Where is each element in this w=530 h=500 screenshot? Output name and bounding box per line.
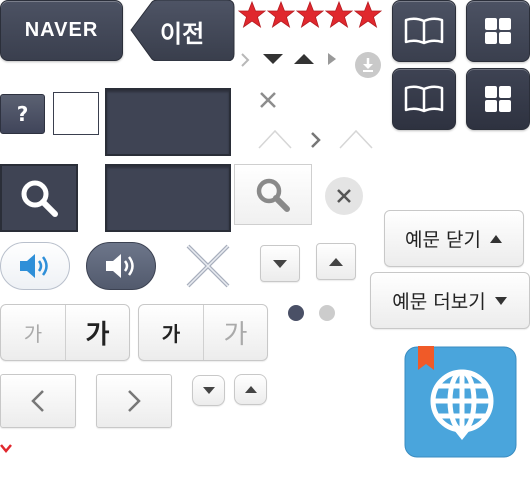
book-button[interactable] — [392, 0, 456, 62]
triangle-up-icon — [489, 234, 502, 243]
scroll-down-button[interactable] — [260, 245, 300, 282]
mini-up-button[interactable] — [234, 374, 267, 405]
star-icon — [266, 1, 296, 28]
grid-icon — [485, 86, 511, 112]
globe-icon — [430, 369, 494, 433]
page-dot[interactable] — [319, 305, 335, 321]
prev-page-button[interactable] — [0, 374, 76, 428]
triangle-down-icon — [273, 259, 287, 268]
scroll-up-button[interactable] — [316, 243, 356, 280]
close-large-icon[interactable] — [185, 243, 231, 289]
dictionary-app-icon[interactable] — [404, 346, 517, 458]
naver-logo-button[interactable]: NAVER — [0, 0, 123, 61]
speaker-icon — [20, 254, 48, 278]
speaker-button[interactable] — [0, 242, 70, 290]
search-icon — [256, 178, 290, 212]
empty-checkbox[interactable] — [53, 92, 99, 135]
speaker-icon — [106, 254, 134, 278]
example-more-button[interactable]: 예문 더보기 — [370, 272, 530, 329]
example-close-label: 예문 닫기 — [405, 229, 481, 251]
triangle-down-icon — [494, 296, 507, 305]
close-icon[interactable] — [259, 91, 277, 109]
dark-input-panel[interactable] — [105, 164, 231, 232]
triangle-up-icon — [329, 257, 343, 266]
speaker-button-active[interactable] — [86, 242, 156, 290]
clear-button[interactable] — [325, 177, 363, 215]
font-large-label: 가 — [223, 320, 248, 350]
search-button-light[interactable] — [234, 164, 312, 225]
prev-button[interactable]: 이전 — [130, 0, 235, 61]
dark-panel — [105, 88, 231, 156]
chevron-up-outline-icon[interactable] — [258, 128, 292, 150]
font-small-label: 가 — [161, 322, 181, 346]
triangle-down-icon — [202, 387, 215, 394]
search-icon — [21, 180, 58, 217]
font-large-option[interactable]: 가 — [66, 305, 129, 360]
font-small-option[interactable]: 가 — [139, 305, 204, 360]
naver-logo-label: NAVER — [24, 19, 99, 41]
prev-button-label: 이전 — [160, 20, 205, 48]
help-button[interactable]: ? — [0, 94, 45, 134]
grid-icon — [485, 18, 511, 44]
chevron-right-icon[interactable] — [310, 131, 322, 149]
font-large-option[interactable]: 가 — [204, 305, 267, 360]
font-small-label: 가 — [23, 322, 43, 346]
download-icon[interactable] — [355, 52, 381, 78]
example-close-button[interactable]: 예문 닫기 — [384, 210, 524, 267]
triangle-up-icon — [244, 386, 257, 393]
book-icon — [404, 17, 444, 45]
chevron-up-outline-icon[interactable] — [339, 128, 373, 150]
star-icon — [353, 1, 383, 28]
triangle-right-icon[interactable] — [327, 52, 337, 66]
grid-button[interactable] — [466, 0, 530, 62]
font-size-toggle-small[interactable]: 가 가 — [138, 304, 268, 361]
font-large-label: 가 — [85, 320, 110, 350]
chevron-right-icon — [128, 390, 141, 412]
book-icon — [404, 85, 444, 113]
star-icon — [238, 1, 267, 28]
star-icon — [295, 1, 325, 28]
triangle-down-icon[interactable] — [262, 53, 284, 65]
chevron-down-icon[interactable] — [0, 443, 12, 453]
star-icon — [324, 1, 354, 28]
page-dot-active[interactable] — [288, 305, 304, 321]
book-button-secondary[interactable] — [392, 68, 456, 130]
triangle-up-icon[interactable] — [293, 53, 315, 65]
chevron-right-icon[interactable] — [240, 52, 250, 68]
example-more-label: 예문 더보기 — [392, 291, 486, 313]
mini-down-button[interactable] — [192, 375, 225, 406]
chevron-left-icon — [31, 390, 44, 412]
help-label: ? — [16, 102, 29, 126]
font-small-option[interactable]: 가 — [1, 305, 66, 360]
font-size-toggle-large[interactable]: 가 가 — [0, 304, 130, 361]
grid-button-secondary[interactable] — [466, 68, 530, 130]
next-page-button[interactable] — [96, 374, 172, 428]
close-icon — [337, 189, 351, 203]
star-rating — [238, 1, 384, 29]
search-button[interactable] — [0, 164, 78, 232]
